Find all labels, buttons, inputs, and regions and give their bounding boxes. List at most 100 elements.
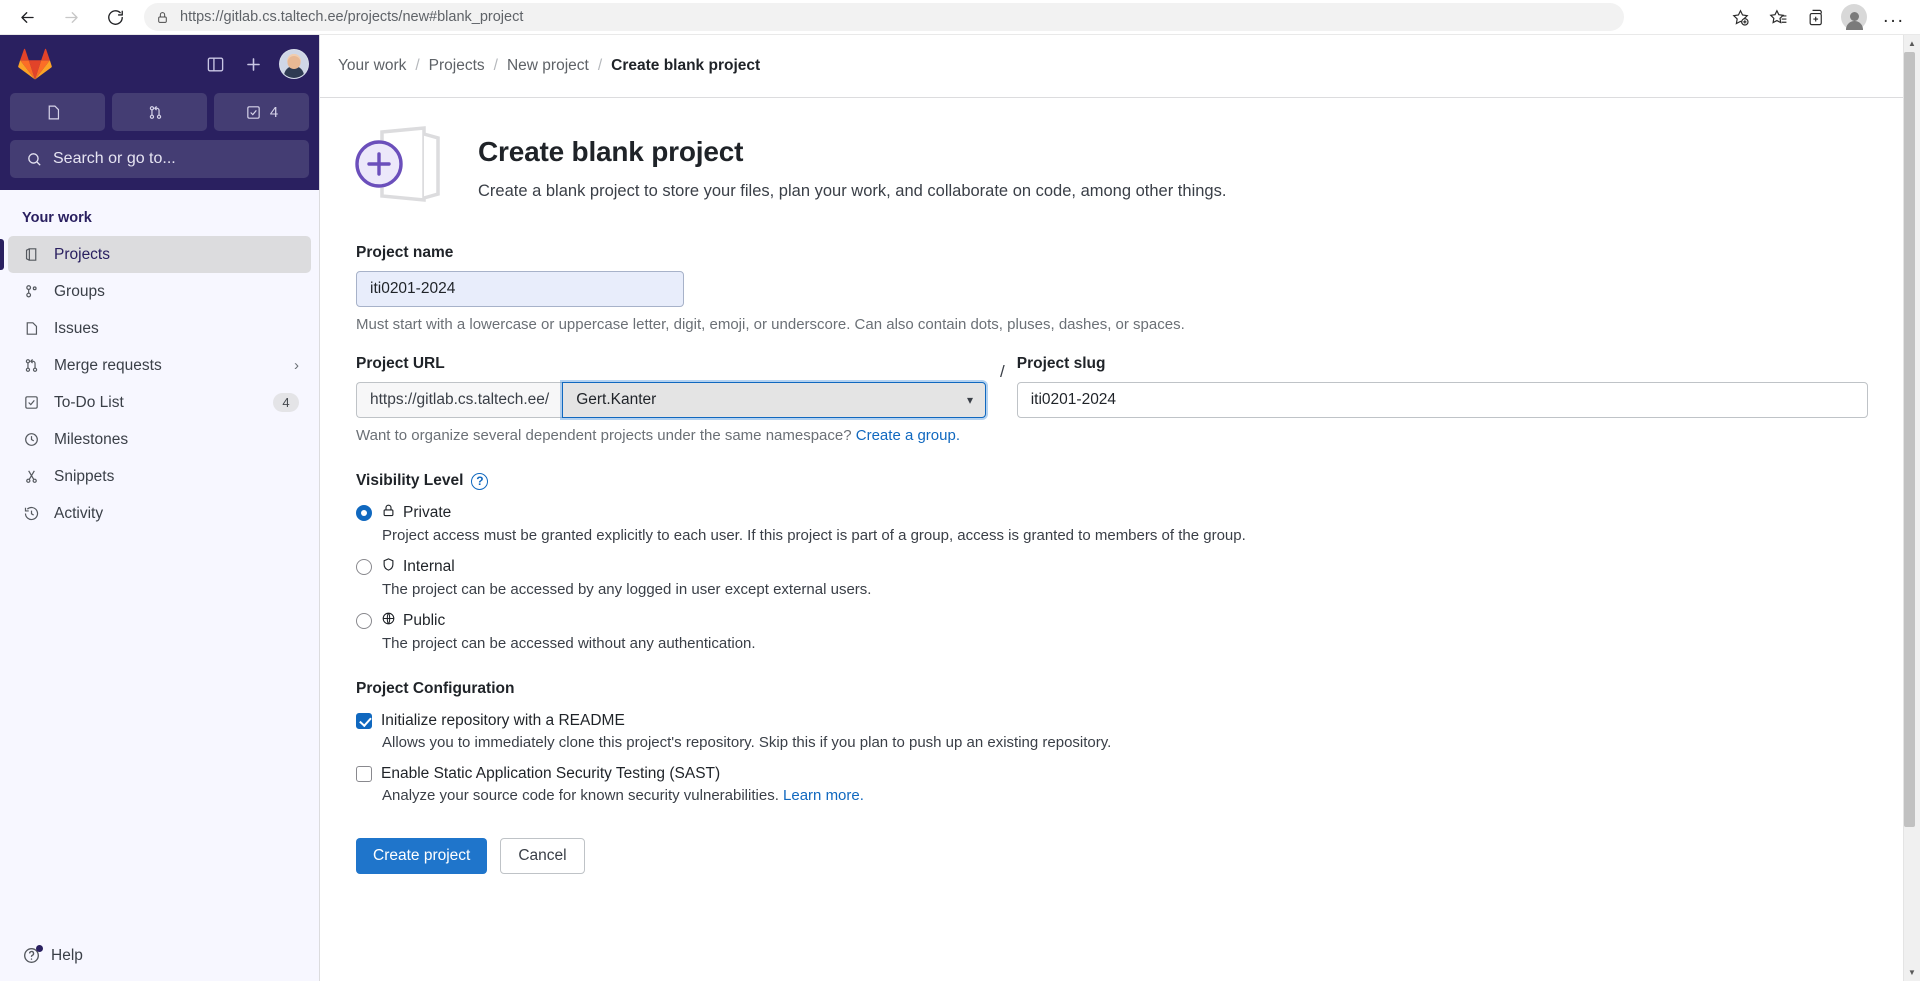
sidebar-item-label: Milestones [54,430,129,448]
create-new-plus-icon[interactable] [237,48,269,80]
visibility-option-private: Private Project access must be granted e… [356,503,1868,544]
project-slug-input[interactable]: iti0201-2024 [1016,382,1868,418]
namespace-select[interactable]: Gert.Kanter ▾ [562,382,986,418]
checkbox-enable-sast[interactable] [356,766,372,782]
readme-checkbox-row[interactable]: Initialize repository with a README [356,712,1868,730]
reload-button[interactable] [98,2,132,32]
forward-button[interactable] [54,2,88,32]
sidebar-item-activity[interactable]: Activity [8,495,311,532]
app-body: 4 Search or go to... Your work Projects … [0,35,1920,981]
quick-merge-requests-button[interactable] [112,93,207,131]
projects-icon [22,246,40,264]
radio-internal[interactable] [356,559,372,575]
project-url-label: Project URL [356,355,445,372]
globe-icon [381,611,396,631]
breadcrumb-item-your-work[interactable]: Your work [338,57,406,75]
visibility-public-label: Public [403,612,446,629]
search-placeholder: Search or go to... [53,150,176,167]
sast-learn-more-link[interactable]: Learn more. [783,787,864,804]
scroll-up-arrow-icon[interactable]: ▲ [1904,35,1920,52]
radio-public[interactable] [356,613,372,629]
scrollbar-track[interactable] [1903,52,1920,964]
sast-label: Enable Static Application Security Testi… [381,765,721,782]
visibility-private-label: Private [403,504,452,521]
visibility-radio-private-row[interactable]: Private [356,503,1868,523]
project-slug-label: Project slug [1016,355,1106,372]
sidebar-item-label: Activity [54,504,104,522]
readme-description: Allows you to immediately clone this pro… [382,734,1112,751]
project-name-hint: Must start with a lowercase or uppercase… [356,316,1185,333]
gitlab-sidebar: 4 Search or go to... Your work Projects … [0,35,320,981]
collections-icon[interactable] [1798,2,1834,32]
project-configuration-label: Project Configuration [356,680,515,697]
groups-icon [22,283,40,301]
sidebar-header: 4 Search or go to... [0,35,319,190]
back-button[interactable] [10,2,44,32]
sidebar-item-groups[interactable]: Groups [8,273,311,310]
sidebar-item-snippets[interactable]: Snippets [8,458,311,495]
form-actions: Create project Cancel [356,838,1868,874]
sidebar-item-label: Projects [54,245,110,263]
sast-description: Analyze your source code for known secur… [382,787,1868,804]
browser-actions: ... [1720,2,1920,32]
checkbox-initialize-readme[interactable] [356,713,372,729]
visibility-radio-public-row[interactable]: Public [356,611,1868,631]
breadcrumb-separator: / [415,57,420,74]
todo-check-icon [22,394,40,412]
quick-todos-count: 4 [269,103,279,121]
chevron-right-icon: › [294,357,299,374]
visibility-public-description: The project can be accessed without any … [382,635,756,652]
sidebar-toggle-icon[interactable] [199,48,231,80]
page-scrollbar[interactable]: ▲ ▼ [1903,35,1920,981]
sidebar-item-projects[interactable]: Projects [0,236,311,273]
sast-checkbox-row[interactable]: Enable Static Application Security Testi… [356,765,1868,783]
page-title: Create blank project [478,136,744,167]
url-slug-separator: / [1000,362,1005,381]
user-avatar[interactable] [279,49,309,79]
blank-project-plus-icon [352,124,452,216]
browser-profile-avatar[interactable] [1841,4,1867,30]
create-a-group-link[interactable]: Create a group. [856,427,960,444]
address-bar[interactable]: https://gitlab.cs.taltech.ee/projects/ne… [144,3,1624,31]
scroll-down-arrow-icon[interactable]: ▼ [1904,964,1920,981]
sidebar-quick-actions: 4 [10,93,309,131]
create-project-button[interactable]: Create project [356,838,488,874]
sast-description-text: Analyze your source code for known secur… [382,787,779,804]
project-name-value: iti0201-2024 [370,280,456,297]
sidebar-item-milestones[interactable]: Milestones [8,421,311,458]
scissors-icon [22,468,40,486]
sidebar-item-issues[interactable]: Issues [8,310,311,347]
help-label: Help [51,946,83,964]
visibility-radio-internal-row[interactable]: Internal [356,557,1868,577]
breadcrumb-item-projects[interactable]: Projects [429,57,485,75]
radio-private[interactable] [356,505,372,521]
add-favorite-icon[interactable] [1722,2,1758,32]
chevron-down-icon: ▾ [966,393,973,407]
gitlab-logo-icon[interactable] [18,48,52,80]
config-option-readme: Initialize repository with a README Allo… [356,712,1868,751]
namespace-hint-text: Want to organize several dependent proje… [356,427,852,444]
sidebar-item-todo-list[interactable]: To-Do List 4 [8,384,311,421]
quick-issues-button[interactable] [10,93,105,131]
search-input[interactable]: Search or go to... [10,140,309,178]
visibility-option-public: Public The project can be accessed witho… [356,611,1868,652]
cancel-button[interactable]: Cancel [500,838,585,874]
visibility-private-description: Project access must be granted explicitl… [382,527,1246,544]
sidebar-item-help[interactable]: Help [8,945,311,965]
project-configuration-title: Project Configuration [356,680,1868,698]
settings-more-icon[interactable]: ... [1876,2,1912,32]
favorites-icon[interactable] [1760,2,1796,32]
quick-todos-button[interactable]: 4 [214,93,309,131]
sidebar-item-label: To-Do List [54,393,124,411]
scrollbar-thumb[interactable] [1903,52,1915,827]
sidebar-item-label: Issues [54,319,99,337]
breadcrumb-separator: / [597,57,603,74]
visibility-help-icon[interactable]: ? [471,472,489,490]
sidebar-nav: Your work Projects Groups Issues Merge r… [0,190,319,936]
project-name-input[interactable]: iti0201-2024 [356,271,684,307]
project-url-row: Project URL https://gitlab.cs.taltech.ee… [356,355,1868,444]
sidebar-item-label: Merge requests [54,356,162,374]
sidebar-item-merge-requests[interactable]: Merge requests › [8,347,311,384]
breadcrumb-item-new-project[interactable]: New project [507,57,589,75]
namespace-hint: Want to organize several dependent proje… [356,427,986,444]
